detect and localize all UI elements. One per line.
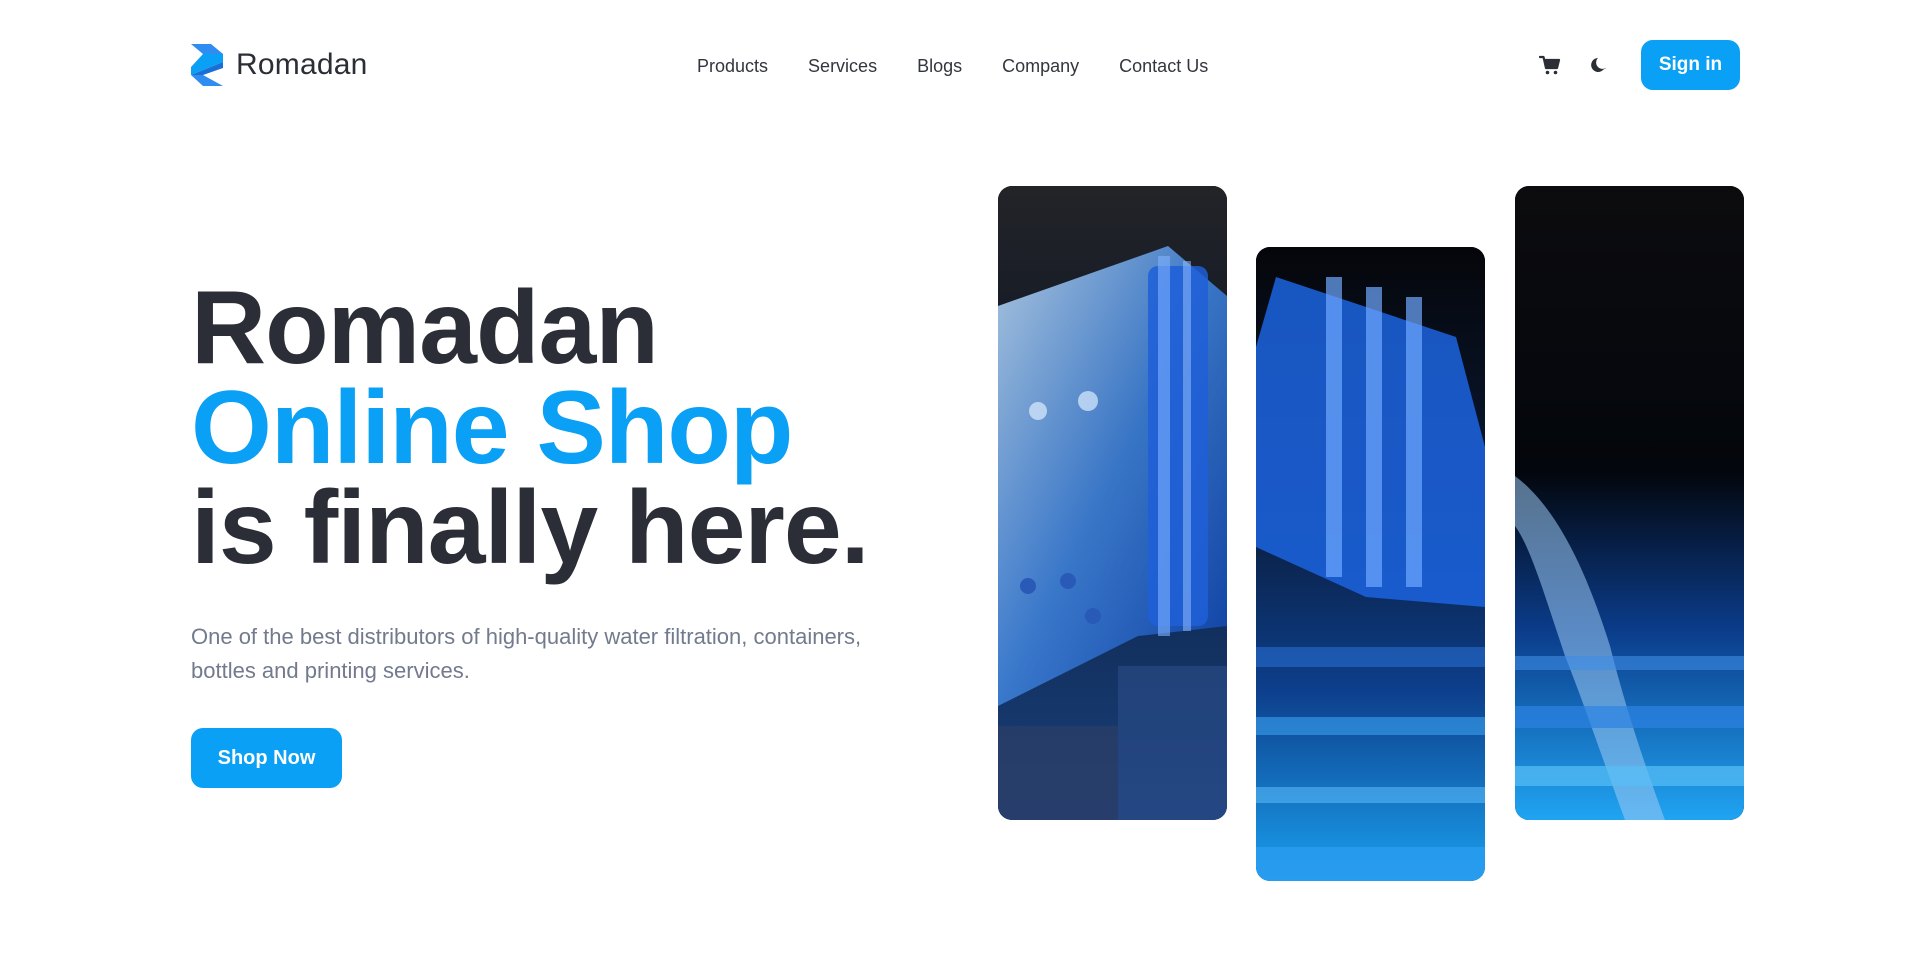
cart-icon — [1539, 55, 1561, 75]
main-nav: Products Services Blogs Company Contact … — [697, 54, 1208, 78]
romadan-logo-icon — [191, 44, 223, 86]
signin-button[interactable]: Sign in — [1641, 40, 1740, 90]
shop-now-button[interactable]: Shop Now — [191, 728, 342, 788]
brand-logo[interactable]: Romadan — [191, 44, 367, 86]
nav-services[interactable]: Services — [808, 54, 877, 78]
hero-title: Romadan Online Shop is finally here. — [191, 270, 870, 586]
nav-contact-us[interactable]: Contact Us — [1119, 54, 1208, 78]
theme-toggle-button[interactable] — [1586, 51, 1614, 79]
bottle-neck-closeup-image — [1256, 247, 1485, 881]
site-header: Romadan Products Services Blogs Company … — [0, 0, 1920, 130]
hero-description: One of the best distributors of high-qua… — [191, 624, 862, 683]
brand-name: Romadan — [236, 48, 368, 81]
water-bottle-pouring-image — [998, 186, 1227, 820]
nav-products[interactable]: Products — [697, 54, 768, 78]
hero-title-line-1: Romadan — [191, 270, 659, 386]
moon-icon — [1591, 58, 1607, 72]
hero-title-line-3: is finally here. — [191, 470, 870, 586]
nav-company[interactable]: Company — [1002, 54, 1079, 78]
cart-button[interactable] — [1536, 51, 1564, 79]
nav-blogs[interactable]: Blogs — [917, 54, 962, 78]
water-stream-glass-image — [1515, 186, 1744, 820]
hero-title-line-2: Online Shop — [191, 370, 793, 486]
